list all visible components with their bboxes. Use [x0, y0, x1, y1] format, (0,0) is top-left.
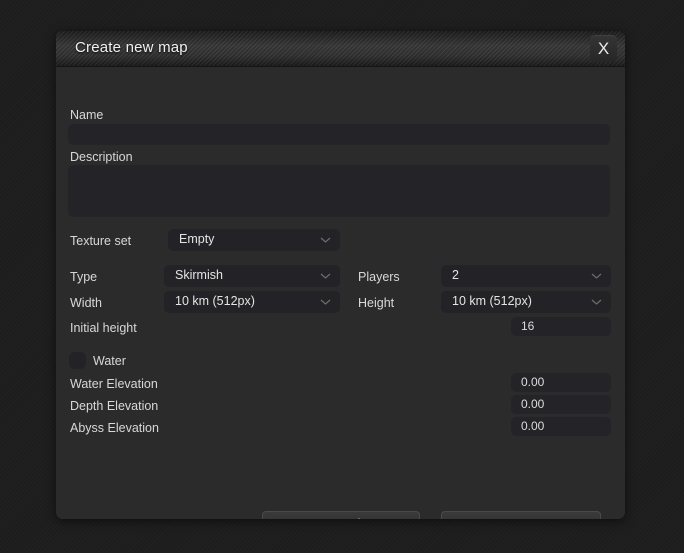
abyss-elevation-value: 0.00: [521, 419, 545, 433]
name-label: Name: [70, 108, 104, 122]
texture-set-dropdown[interactable]: Empty: [168, 229, 340, 251]
height-dropdown[interactable]: 10 km (512px): [441, 291, 611, 313]
initial-height-label: Initial height: [70, 321, 137, 335]
type-value: Skirmish: [175, 268, 223, 282]
create-new-map-button[interactable]: Create New Map: [441, 511, 601, 519]
dialog-title: Create new map: [75, 39, 188, 56]
cancel-button[interactable]: Cancel: [262, 511, 420, 519]
height-value: 10 km (512px): [452, 294, 532, 308]
players-value: 2: [452, 268, 459, 282]
chevron-down-icon: [591, 299, 602, 305]
abyss-elevation-label: Abyss Elevation: [70, 421, 159, 435]
water-checkbox-label: Water: [93, 354, 126, 368]
name-input[interactable]: [68, 124, 610, 145]
description-label: Description: [70, 150, 133, 164]
water-elevation-label: Water Elevation: [70, 377, 158, 391]
type-label: Type: [70, 270, 98, 284]
water-elevation-value: 0.00: [521, 375, 545, 389]
chevron-down-icon: [320, 273, 331, 279]
chevron-down-icon: [591, 273, 602, 279]
width-label: Width: [70, 296, 102, 310]
width-dropdown[interactable]: 10 km (512px): [164, 291, 340, 313]
players-label: Players: [358, 270, 400, 284]
type-dropdown[interactable]: Skirmish: [164, 265, 340, 287]
water-elevation-input[interactable]: 0.00: [511, 373, 611, 392]
water-checkbox[interactable]: [69, 352, 86, 369]
initial-height-input[interactable]: 16: [511, 317, 611, 336]
chevron-down-icon: [320, 299, 331, 305]
depth-elevation-value: 0.00: [521, 397, 545, 411]
height-label: Height: [358, 296, 395, 310]
dialog-titlebar: Create new map X: [56, 31, 625, 67]
create-new-map-dialog: Create new map X Name Description Textur…: [56, 31, 625, 519]
abyss-elevation-input[interactable]: 0.00: [511, 417, 611, 436]
texture-set-label: Texture set: [70, 234, 132, 248]
chevron-down-icon: [320, 237, 331, 243]
description-input[interactable]: [68, 165, 610, 217]
depth-elevation-label: Depth Elevation: [70, 399, 159, 413]
texture-set-value: Empty: [179, 232, 215, 246]
close-icon[interactable]: X: [590, 35, 617, 62]
depth-elevation-input[interactable]: 0.00: [511, 395, 611, 414]
players-dropdown[interactable]: 2: [441, 265, 611, 287]
dialog-body: Name Description Texture set Empty Type …: [56, 67, 625, 519]
initial-height-value: 16: [521, 319, 535, 333]
width-value: 10 km (512px): [175, 294, 255, 308]
